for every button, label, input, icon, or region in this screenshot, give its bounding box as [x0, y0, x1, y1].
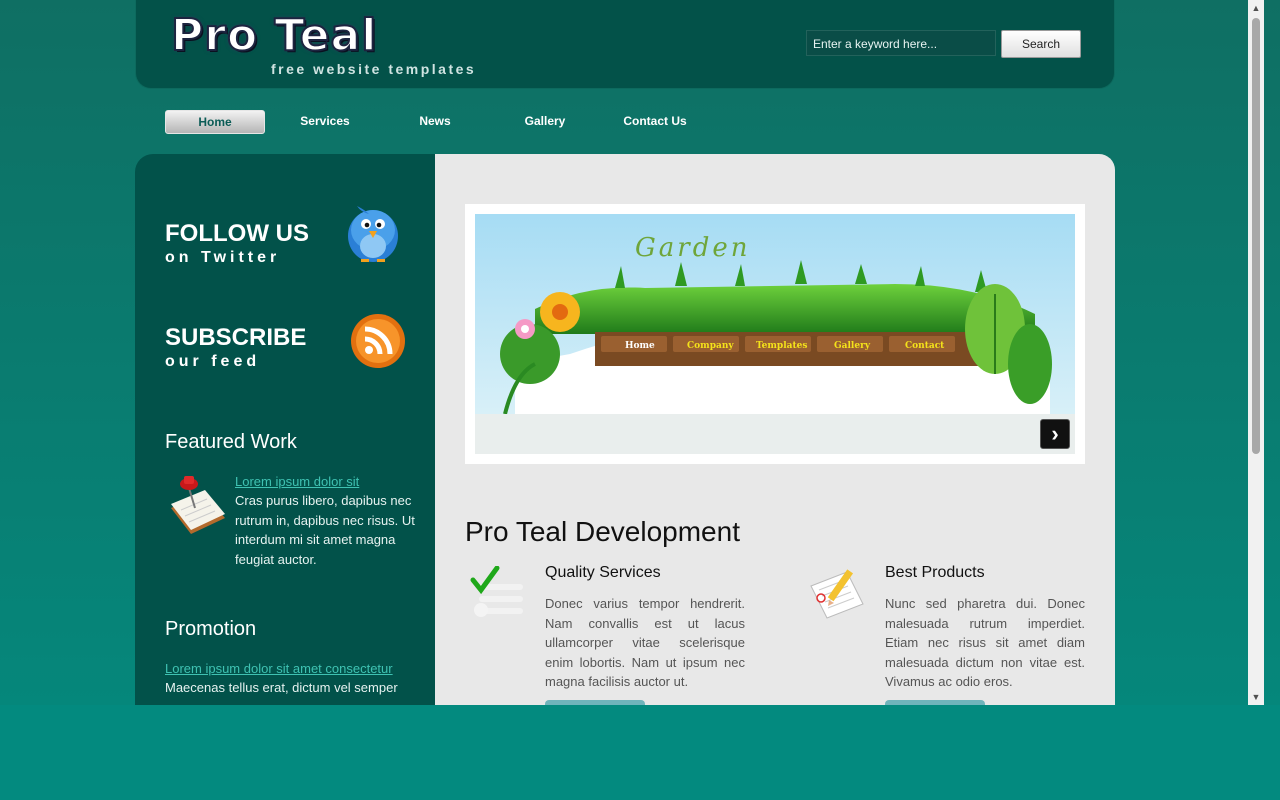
promotion-heading: Promotion — [165, 618, 257, 640]
quality-services-text: Donec varius tempor hendrerit. Nam conva… — [545, 596, 745, 689]
search-input[interactable]: Enter a keyword here... — [806, 30, 996, 56]
checkmark-list-icon — [470, 566, 523, 617]
promotion-link[interactable]: Lorem ipsum dolor sit amet consectetur — [165, 661, 393, 676]
vertical-scrollbar[interactable]: ▲ ▼ — [1248, 0, 1264, 705]
featured-work-heading: Featured Work — [165, 431, 297, 453]
slide-title: Garden — [635, 233, 750, 263]
scroll-up-arrow-icon[interactable]: ▲ — [1248, 0, 1264, 16]
best-products-more-button[interactable] — [885, 700, 985, 705]
follow-us-subtitle[interactable]: on Twitter — [165, 249, 280, 267]
featured-work-text: Cras purus libero, dapibus nec rutrum in… — [235, 493, 415, 567]
slider-next-button[interactable]: › — [1040, 419, 1070, 449]
pencil-document-icon — [810, 569, 864, 619]
logo-title[interactable]: Pro Teal — [170, 9, 377, 62]
main-content: Garden Home Company Templates Gallery Co… — [435, 154, 1115, 705]
nav-item-home[interactable]: Home — [165, 110, 265, 134]
slide-nav-gallery: Gallery — [834, 341, 871, 351]
subscribe-subtitle[interactable]: our feed — [165, 353, 260, 371]
rss-feed-icon[interactable] — [350, 313, 406, 369]
slide-image[interactable]: Garden Home Company Templates Gallery Co… — [475, 214, 1075, 414]
quality-services-more-button[interactable] — [545, 700, 645, 705]
slider-control-bar: › — [475, 414, 1075, 454]
follow-us-title[interactable]: FOLLOW US — [165, 220, 309, 248]
main-title: Pro Teal Development — [465, 516, 740, 547]
nav-item-gallery[interactable]: Gallery — [495, 110, 595, 134]
quality-services-title: Quality Services — [545, 564, 661, 581]
best-products-title: Best Products — [885, 564, 985, 581]
scrollbar-thumb[interactable] — [1252, 18, 1260, 454]
nav-item-contact-us[interactable]: Contact Us — [605, 110, 705, 134]
subscribe-title[interactable]: SUBSCRIBE — [165, 324, 306, 352]
promotion-text: Maecenas tellus erat, dictum vel semper — [165, 680, 398, 695]
slide-nav-templates: Templates — [756, 341, 807, 351]
image-slider: Garden Home Company Templates Gallery Co… — [465, 204, 1085, 464]
garden-template-preview: Garden Home Company Templates Gallery Co… — [475, 214, 1075, 414]
nav-item-news[interactable]: News — [385, 110, 485, 134]
best-products-text: Nunc sed pharetra dui. Donec malesuada r… — [885, 596, 1085, 689]
site-header: Pro Teal free website templates Enter a … — [135, 0, 1115, 89]
scroll-down-arrow-icon[interactable]: ▼ — [1248, 689, 1264, 705]
page-bottom-area — [0, 705, 1280, 800]
slide-nav-home: Home — [625, 341, 655, 351]
pushpin-notepad-icon — [171, 476, 225, 534]
search-button[interactable]: Search — [1001, 30, 1081, 58]
featured-work-link[interactable]: Lorem ipsum dolor sit — [235, 474, 359, 489]
slide-nav-contact: Contact — [905, 341, 945, 351]
slide-nav-company: Company — [687, 341, 734, 351]
logo-subtitle: free website templates — [271, 61, 477, 77]
nav-item-services[interactable]: Services — [275, 110, 375, 134]
twitter-bird-icon[interactable] — [345, 200, 401, 266]
sidebar: FOLLOW US on Twitter SUBSCRIBE our feed … — [135, 154, 435, 705]
